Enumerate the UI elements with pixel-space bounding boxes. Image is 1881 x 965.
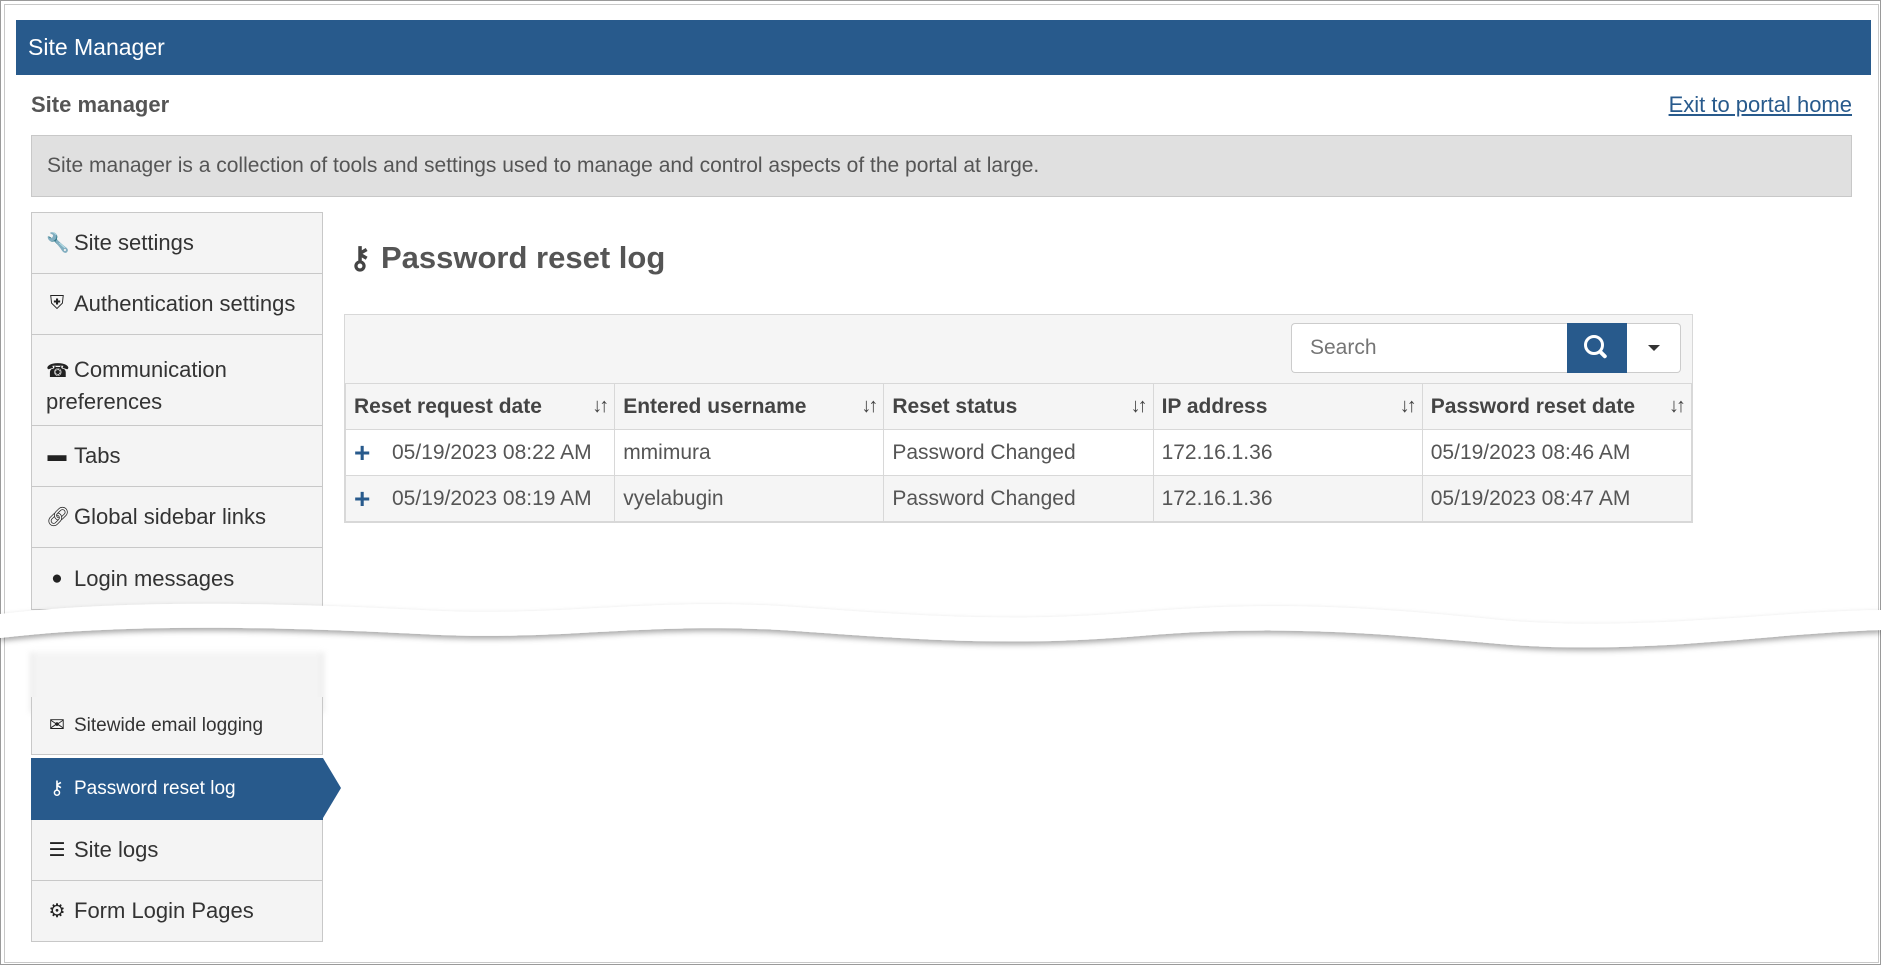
exit-to-portal-link[interactable]: Exit to portal home [1669,92,1852,118]
sidebar-item-label: Password reset log [74,777,236,799]
column-header-reset-request-date[interactable]: Reset request date ↓↑ [344,383,616,430]
envelope-icon: ✉ [49,715,65,736]
keys-icon: ⚷ [50,778,64,799]
torn-edge-divider [0,603,1881,648]
table-header-row: Reset request date ↓↑ Entered username ↓↑ … [344,383,1693,430]
chevron-down-icon [1647,345,1660,351]
cell-request-date: +05/19/2023 08:22 AM [344,429,616,476]
section-title: Site manager [31,92,170,117]
sidebar-item-password-reset-log[interactable]: ⚷ Password reset log [31,758,323,820]
sidebar-item-label: Login messages [74,565,235,591]
sidebar-item-form-login-pages[interactable]: ⚙ Form Login Pages [31,881,323,942]
active-item-pointer [323,758,341,818]
sidebar-item-label-block: ☎ Communication preferences [46,355,227,417]
sort-icon[interactable]: ↓↑ [1669,385,1686,429]
telephone-icon: ☎ [46,361,70,382]
sidebar-item-label: Authentication settings [74,291,296,316]
cell-username: mmimura [614,429,885,476]
shield-icon: ⛨ [49,293,65,314]
list-icon: ☰ [48,839,66,861]
sidebar-item-label: preferences [46,389,163,414]
sidebar-item-label: Communication [74,357,227,382]
expand-row-icon[interactable]: + [354,484,384,512]
password-reset-table: Reset request date ↓↑ Entered username ↓↑ … [344,383,1693,522]
sidebar-item-label: Global sidebar links [74,504,266,529]
search-options-dropdown[interactable] [1627,323,1681,373]
folder-icon: ▬ [47,445,67,466]
cell-text: 05/19/2023 08:19 AM [392,486,592,510]
table-row: +05/19/2023 08:19 AM vyelabugin Password… [344,475,1693,522]
sidebar-item-label: Tabs [74,443,121,468]
cell-reset-date: 05/19/2023 08:47 AM [1421,475,1693,522]
link-icon: 🔗︎ [46,507,71,528]
cell-text: 05/19/2023 08:22 AM [392,440,592,464]
column-header-label: IP address [1161,394,1268,418]
sidebar-item-label: Site settings [74,230,194,255]
sidebar-item-global-sidebar-links[interactable]: 🔗︎ Global sidebar links [31,487,323,548]
sort-icon[interactable]: ↓↑ [1400,385,1417,429]
cell-request-date: +05/19/2023 08:19 AM [344,475,616,522]
sidebar-item-label: Sitewide email logging [74,714,264,736]
password-reset-table-panel: Reset request date↓↑ Entered username↓↑ … [344,314,1693,523]
search-icon [1584,335,1604,355]
table-row: +05/19/2023 08:22 AM mmimura Password Ch… [344,429,1693,476]
column-header-password-reset-date[interactable]: Password reset date ↓↑ [1421,383,1693,430]
keys-icon: ⚷ [349,241,371,275]
column-header-label: Reset status [892,394,1018,418]
search-button[interactable] [1567,323,1627,373]
sidebar-item-site-logs[interactable]: ☰ Site logs [31,820,323,881]
column-header-label: Reset request date [354,394,542,418]
column-header-ip-address[interactable]: IP address ↓↑ [1152,383,1423,430]
cell-reset-date: 05/19/2023 08:46 AM [1421,429,1693,476]
sidebar-item-tabs[interactable]: ▬ Tabs [31,426,323,487]
page-title-text: Password reset log [380,240,666,275]
wrench-icon: 🔧 [46,233,70,254]
sidebar-item-site-settings[interactable]: 🔧 Site settings [31,212,323,274]
sort-icon[interactable]: ↓↑ [592,385,609,429]
sidebar-item-communication-preferences[interactable]: ☎ Communication preferences [31,335,323,426]
cell-ip: 172.16.1.36 [1152,475,1423,522]
column-header-reset-status[interactable]: Reset status ↓↑ [883,383,1154,430]
cogs-icon: ⚙ [48,900,66,922]
speech-bubble-icon: ● [51,567,63,589]
column-header-label: Entered username [623,394,807,418]
cell-username: vyelabugin [614,475,885,522]
sidebar-item-label: Site logs [74,837,159,862]
search-input[interactable] [1291,323,1567,373]
page-title: ⚷ Password reset log [349,240,665,276]
sidebar-item-authentication-settings[interactable]: ⛨ Authentication settings [31,274,323,335]
expand-row-icon[interactable]: + [354,438,384,466]
site-manager-titlebar: Site Manager [16,20,1871,75]
site-manager-description: Site manager is a collection of tools an… [31,135,1852,197]
sidebar-item-sitewide-email-logging[interactable]: ✉ Sitewide email logging [31,697,323,755]
cell-status: Password Changed [883,429,1154,476]
cell-ip: 172.16.1.36 [1152,429,1423,476]
sort-icon[interactable]: ↓↑ [861,385,878,429]
column-header-label: Password reset date [1430,394,1636,418]
cell-status: Password Changed [883,475,1154,522]
sort-icon[interactable]: ↓↑ [1131,385,1148,429]
sidebar-item-label: Form Login Pages [74,898,254,923]
column-header-entered-username[interactable]: Entered username ↓↑ [614,383,885,430]
table-toolbar [345,315,1692,383]
